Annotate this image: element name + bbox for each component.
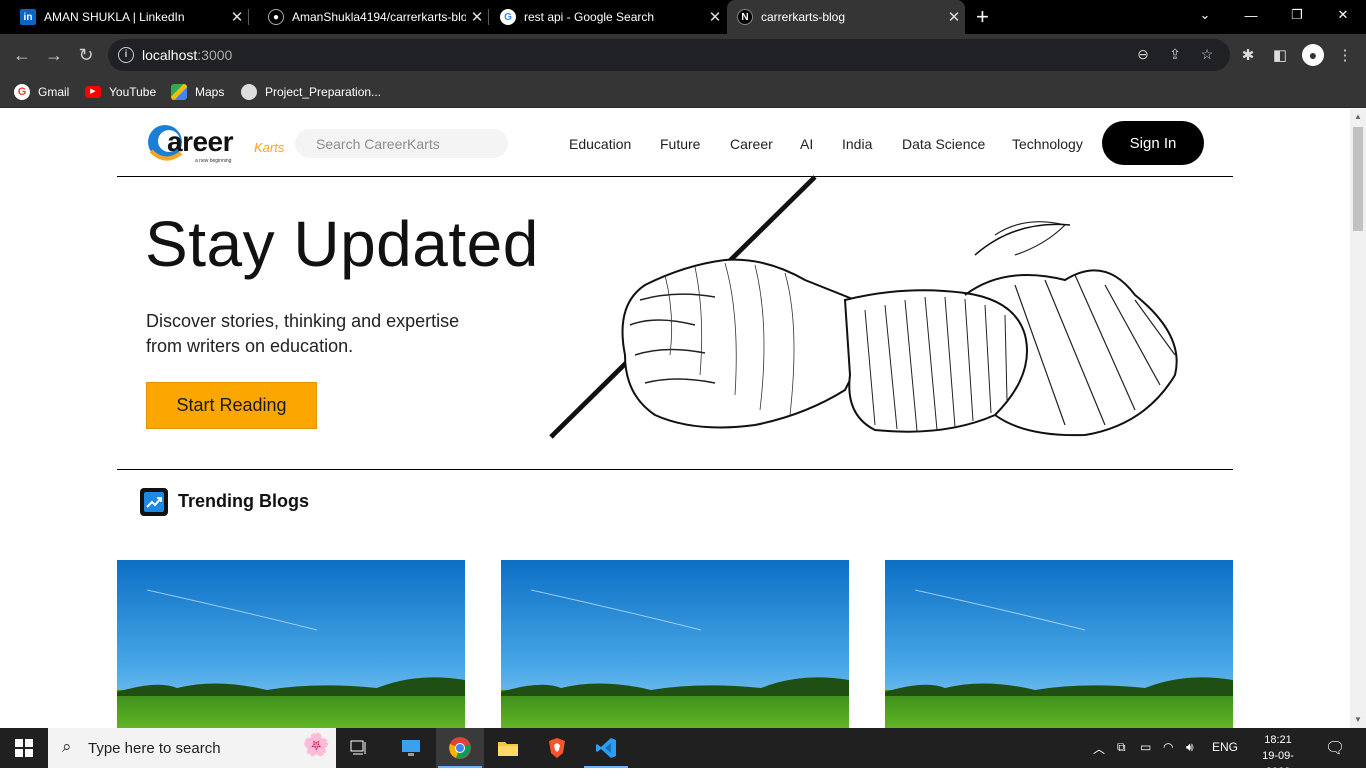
- back-icon[interactable]: ←: [9, 43, 35, 67]
- windows-taskbar: ⌕ Type here to search 🌸 ︿ ⧉ ▭ ◠ 🔊︎ ENG 1…: [0, 728, 1366, 778]
- blog-card-image[interactable]: [885, 560, 1233, 728]
- file-explorer-icon[interactable]: [484, 728, 532, 768]
- side-panel-icon[interactable]: ◧: [1270, 46, 1290, 66]
- clock-time: 18:21: [1264, 734, 1292, 746]
- scroll-up-icon[interactable]: ▲: [1354, 112, 1362, 121]
- hero-subtitle: Discover stories, thinking and expertise…: [146, 311, 460, 356]
- hero-divider: [117, 469, 1233, 470]
- nav-india[interactable]: India: [842, 136, 872, 152]
- vscode-icon[interactable]: [582, 728, 630, 768]
- clock-date: 19-09-2023: [1262, 750, 1294, 778]
- careerkarts-logo[interactable]: areer Karts a new beginning: [145, 121, 285, 167]
- trending-up-icon: [140, 488, 168, 516]
- new-tab-button[interactable]: +: [976, 4, 989, 30]
- nav-data-science[interactable]: Data Science: [902, 136, 985, 152]
- browser-toolbar: ← → ↻ i localhost:3000 ⊖ ⇪ ☆ ✱ ◧ ● ⋮: [0, 34, 1366, 76]
- logo-tagline: a new beginning: [195, 158, 232, 164]
- extensions-icon[interactable]: ✱: [1238, 46, 1258, 66]
- battery-icon[interactable]: ▭: [1140, 740, 1151, 754]
- search-icon: ⌕: [62, 737, 72, 756]
- tab-title: AmanShukla4194/carrerkarts-blog: [292, 10, 466, 24]
- tab-google-search[interactable]: G rest api - Google Search ✕: [488, 0, 726, 34]
- nav-career[interactable]: Career: [730, 136, 773, 152]
- hand-with-pen-illustration: [545, 175, 1195, 443]
- reload-icon[interactable]: ↻: [73, 43, 99, 67]
- blog-card-image[interactable]: [117, 560, 465, 728]
- taskbar-search-input[interactable]: ⌕ Type here to search 🌸: [48, 728, 336, 768]
- scrollbar-thumb[interactable]: [1353, 127, 1363, 231]
- site-info-icon[interactable]: i: [118, 47, 134, 63]
- task-view-icon[interactable]: [336, 728, 384, 768]
- browser-tab-strip: in AMAN SHUKLA | LinkedIn ✕ ● AmanShukla…: [0, 0, 1366, 34]
- page-viewport: areer Karts a new beginning Education Fu…: [0, 109, 1350, 728]
- youtube-icon: ▶: [85, 86, 101, 98]
- bookmarks-bar: G Gmail ▶ YouTube Maps Project_Preparati…: [0, 76, 1366, 108]
- this-pc-icon[interactable]: [387, 728, 435, 768]
- sign-in-button[interactable]: Sign In: [1102, 121, 1204, 165]
- tab-search-chevron-icon[interactable]: ⌄: [1182, 0, 1228, 30]
- zoom-icon[interactable]: ⊖: [1134, 46, 1152, 64]
- bookmark-youtube[interactable]: ▶ YouTube: [85, 82, 156, 102]
- nav-future[interactable]: Future: [660, 136, 700, 152]
- meet-now-icon[interactable]: ⧉: [1117, 740, 1126, 755]
- volume-icon[interactable]: 🔊︎: [1186, 740, 1194, 755]
- forward-icon[interactable]: →: [41, 43, 67, 67]
- bookmark-project-preparation[interactable]: Project_Preparation...: [241, 82, 381, 102]
- close-window-icon[interactable]: ✕: [1320, 0, 1366, 30]
- github-icon: ●: [268, 9, 284, 25]
- taskbar-clock[interactable]: 18:21 19-09-2023: [1250, 732, 1306, 780]
- tray-chevron-up-icon[interactable]: ︿: [1093, 740, 1105, 757]
- search-input[interactable]: [295, 129, 508, 158]
- minimize-icon[interactable]: —: [1228, 0, 1274, 30]
- tab-title: AMAN SHUKLA | LinkedIn: [44, 10, 185, 24]
- blog-card-image[interactable]: [501, 560, 849, 728]
- maps-icon: [171, 84, 187, 100]
- google-icon: G: [500, 9, 516, 25]
- windows-start-icon[interactable]: [0, 728, 48, 768]
- search-highlight-icon: 🌸: [302, 732, 330, 757]
- logo-sub: Karts: [254, 140, 285, 155]
- close-icon[interactable]: ✕: [943, 8, 965, 26]
- bookmark-label: Project_Preparation...: [265, 85, 382, 99]
- tab-title: rest api - Google Search: [524, 10, 655, 24]
- nav-education[interactable]: Education: [569, 136, 631, 152]
- url-text: localhost:3000: [142, 47, 233, 63]
- globe-icon: [241, 84, 257, 100]
- nextjs-icon: N: [737, 9, 753, 25]
- tab-carrerkarts-blog[interactable]: N carrerkarts-blog ✕: [727, 0, 965, 34]
- close-icon[interactable]: ✕: [226, 8, 248, 26]
- linkedin-icon: in: [20, 9, 36, 25]
- bookmark-star-icon[interactable]: ☆: [1198, 46, 1216, 64]
- chrome-taskbar-icon[interactable]: [436, 728, 484, 768]
- bookmark-maps[interactable]: Maps: [171, 82, 224, 102]
- hero-title: Stay Updated: [145, 208, 539, 280]
- bookmark-label: YouTube: [109, 85, 157, 99]
- language-indicator[interactable]: ENG: [1212, 740, 1238, 754]
- tab-title: carrerkarts-blog: [761, 10, 846, 24]
- start-reading-button[interactable]: Start Reading: [146, 382, 317, 429]
- brave-icon[interactable]: [533, 728, 581, 768]
- page-scrollbar[interactable]: ▲ ▼: [1350, 109, 1366, 728]
- profile-avatar-icon[interactable]: ●: [1302, 44, 1324, 66]
- taskbar-search-placeholder: Type here to search: [88, 739, 221, 757]
- nav-ai[interactable]: AI: [800, 136, 813, 152]
- logo-text: areer: [167, 126, 234, 157]
- address-bar[interactable]: i localhost:3000 ⊖ ⇪ ☆: [108, 39, 1230, 71]
- wifi-icon[interactable]: ◠: [1163, 740, 1173, 754]
- scroll-down-icon[interactable]: ▼: [1354, 715, 1362, 724]
- nav-technology[interactable]: Technology: [1012, 136, 1083, 152]
- share-icon[interactable]: ⇪: [1166, 46, 1184, 64]
- tab-github[interactable]: ● AmanShukla4194/carrerkarts-blog ✕: [248, 0, 488, 34]
- bookmark-label: Maps: [195, 85, 225, 99]
- bookmark-label: Gmail: [38, 85, 70, 99]
- trending-blogs-heading: Trending Blogs: [178, 491, 310, 511]
- close-icon[interactable]: ✕: [466, 8, 488, 26]
- google-icon: G: [14, 84, 30, 100]
- tab-linkedin[interactable]: in AMAN SHUKLA | LinkedIn ✕: [0, 0, 248, 34]
- bookmark-gmail[interactable]: G Gmail: [14, 82, 69, 102]
- restore-icon[interactable]: ❐: [1274, 0, 1320, 30]
- menu-kebab-icon[interactable]: ⋮: [1335, 46, 1355, 66]
- close-icon[interactable]: ✕: [704, 8, 726, 26]
- notifications-icon[interactable]: 🗨︎: [1325, 738, 1345, 758]
